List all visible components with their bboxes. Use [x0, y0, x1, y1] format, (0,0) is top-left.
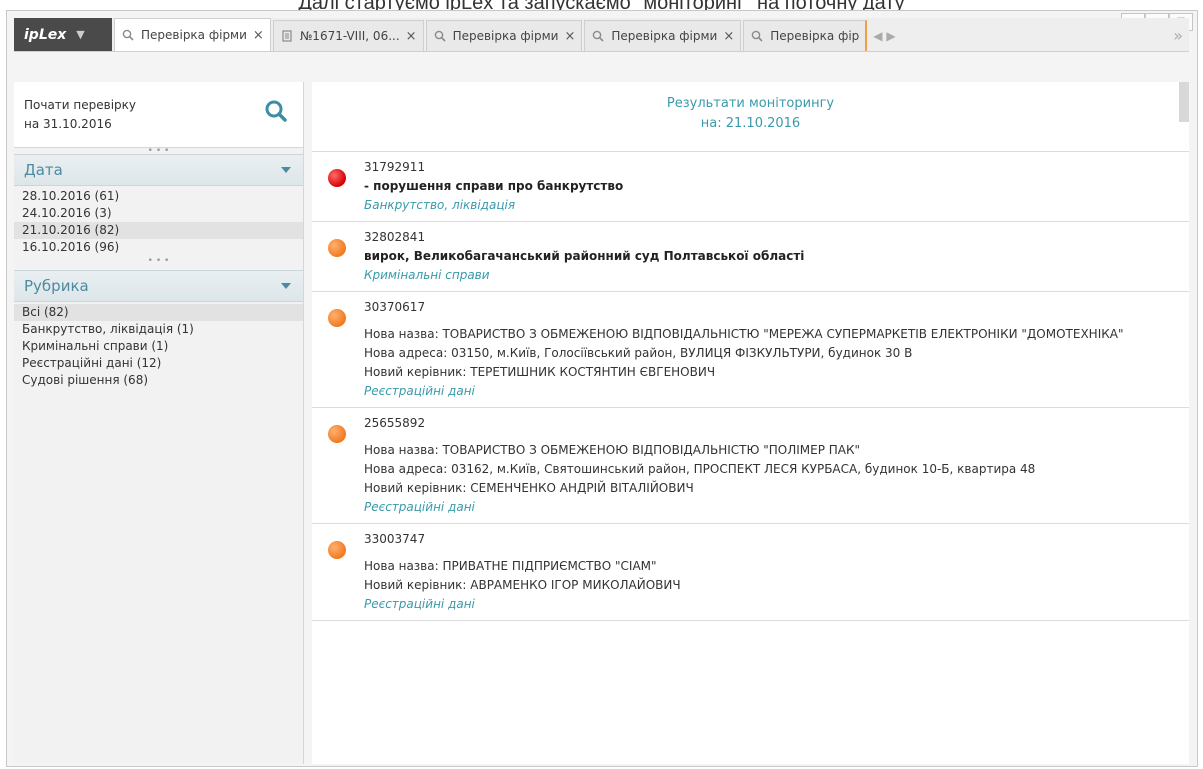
close-tab-icon[interactable]: ×	[723, 29, 734, 44]
status-dot-orange	[328, 425, 346, 443]
result-code: 32802841	[364, 230, 426, 244]
result-item[interactable]: 25655892 Нова назва: ТОВАРИСТВО З ОБМЕЖЕ…	[312, 408, 1189, 524]
close-tab-icon[interactable]: ×	[253, 28, 264, 43]
results-title: Результати моніторингу	[666, 96, 835, 111]
tab-label: №1671-VIII, 06...	[299, 29, 400, 43]
result-new-name: Нова назва: ТОВАРИСТВО З ОБМЕЖЕНОЮ ВІДПО…	[364, 443, 861, 457]
caret-down-icon: ▼	[76, 28, 85, 41]
status-dot-orange	[328, 239, 346, 257]
search-icon	[591, 29, 605, 43]
result-new-address: Нова адреса: 03162, м.Київ, Святошинськи…	[364, 462, 1036, 476]
start-check-panel[interactable]: Почати перевірку на 31.10.2016	[14, 82, 303, 148]
brand-name: ipLex	[24, 26, 67, 43]
tab-label: Перевірка фірми	[611, 29, 718, 43]
date-item[interactable]: 24.10.2016 (3)	[14, 205, 303, 222]
close-tab-icon[interactable]: ×	[564, 29, 575, 44]
tab-label: Перевірка фір	[770, 29, 860, 43]
rubric-item[interactable]: Банкрутство, ліквідація (1)	[14, 321, 303, 338]
result-item[interactable]: 30370617 Нова назва: ТОВАРИСТВО З ОБМЕЖЕ…	[312, 292, 1189, 408]
result-item[interactable]: 31792911 - порушення справи про банкрутс…	[312, 152, 1189, 222]
close-tab-icon[interactable]: ×	[406, 29, 417, 44]
results-date: на: 21.10.2016	[700, 116, 801, 131]
search-icon	[433, 29, 447, 43]
result-item[interactable]: 32802841 вирок, Великобагачанський район…	[312, 222, 1189, 292]
start-check-date: на 31.10.2016	[24, 117, 112, 131]
result-code: 31792911	[364, 160, 426, 174]
date-item[interactable]: 16.10.2016 (96)	[14, 239, 303, 256]
document-icon	[280, 29, 294, 43]
start-check-label: Почати перевірку	[24, 98, 137, 112]
tab-label: Перевірка фірми	[141, 28, 247, 42]
rubric-item[interactable]: Судові рішення (68)	[14, 372, 303, 389]
status-dot-orange	[328, 309, 346, 327]
triangle-down-icon	[281, 167, 291, 173]
tab-firm-check-2[interactable]: Перевірка фірми ×	[425, 20, 583, 51]
result-category[interactable]: Реєстраційні дані	[364, 595, 1179, 614]
tab-bar: ipLex ▼ Перевірка фірми × №1671-VIII, 06…	[14, 18, 1189, 52]
scrollbar-thumb[interactable]	[1179, 82, 1189, 122]
brand-menu-button[interactable]: ipLex ▼	[14, 18, 112, 51]
tab-overflow-button[interactable]: »	[1173, 20, 1183, 51]
tab-scroll-arrows[interactable]: ◀ ▶	[873, 20, 895, 51]
search-icon	[121, 28, 135, 42]
tab-firm-check-4[interactable]: Перевірка фір	[743, 20, 868, 51]
rubric-item[interactable]: Реєстраційні дані (12)	[14, 355, 303, 372]
rubric-section-title: Рубрика	[24, 277, 89, 295]
search-icon	[750, 29, 764, 43]
rubric-section-header[interactable]: Рубрика	[14, 270, 303, 302]
result-category[interactable]: Кримінальні справи	[364, 266, 1179, 285]
result-item[interactable]: 33003747 Нова назва: ПРИВАТНЕ ПІДПРИЄМСТ…	[312, 524, 1189, 621]
result-title: - порушення справи про банкрутство	[364, 179, 624, 193]
rubric-item[interactable]: Кримінальні справи (1)	[14, 338, 303, 355]
result-code: 25655892	[364, 416, 426, 430]
result-title: вирок, Великобагачанський районний суд П…	[364, 249, 805, 263]
date-section-title: Дата	[24, 161, 63, 179]
result-new-head: Новий керівник: АВРАМЕНКО ІГОР МИКОЛАЙОВ…	[364, 578, 681, 592]
resize-grip[interactable]: • • •	[14, 257, 303, 266]
results-panel: Результати моніторингу на: 21.10.2016 31…	[312, 82, 1189, 764]
result-new-head: Новий керівник: ТЕРЕТИШНИК КОСТЯНТИН ЄВГ…	[364, 365, 716, 379]
sidebar: Почати перевірку на 31.10.2016 • • • Дат…	[14, 82, 304, 764]
result-category[interactable]: Реєстраційні дані	[364, 498, 1179, 517]
result-code: 33003747	[364, 532, 426, 546]
search-icon[interactable]	[263, 98, 289, 124]
tab-firm-check-1[interactable]: Перевірка фірми ×	[114, 18, 271, 51]
result-code: 30370617	[364, 300, 426, 314]
result-new-address: Нова адреса: 03150, м.Київ, Голосіївськи…	[364, 346, 913, 360]
rubric-item-selected[interactable]: Всі (82)	[14, 304, 303, 321]
tab-document[interactable]: №1671-VIII, 06... ×	[272, 20, 424, 51]
triangle-down-icon	[281, 283, 291, 289]
result-category[interactable]: Банкрутство, ліквідація	[364, 196, 1179, 215]
date-item[interactable]: 28.10.2016 (61)	[14, 188, 303, 205]
result-category[interactable]: Реєстраційні дані	[364, 382, 1179, 401]
date-item-selected[interactable]: 21.10.2016 (82)	[14, 222, 303, 239]
rubric-list: Всі (82) Банкрутство, ліквідація (1) Кри…	[14, 302, 303, 391]
date-section-header[interactable]: Дата	[14, 154, 303, 186]
result-new-head: Новий керівник: СЕМЕНЧЕНКО АНДРІЙ ВІТАЛІ…	[364, 481, 694, 495]
date-list: 28.10.2016 (61) 24.10.2016 (3) 21.10.201…	[14, 186, 303, 258]
tab-label: Перевірка фірми	[452, 29, 559, 43]
status-dot-orange	[328, 541, 346, 559]
result-new-name: Нова назва: ТОВАРИСТВО З ОБМЕЖЕНОЮ ВІДПО…	[364, 327, 1124, 341]
tab-firm-check-3[interactable]: Перевірка фірми ×	[584, 20, 742, 51]
status-dot-red	[328, 169, 346, 187]
result-new-name: Нова назва: ПРИВАТНЕ ПІДПРИЄМСТВО "СІАМ"	[364, 559, 657, 573]
results-header: Результати моніторингу на: 21.10.2016	[312, 82, 1189, 152]
